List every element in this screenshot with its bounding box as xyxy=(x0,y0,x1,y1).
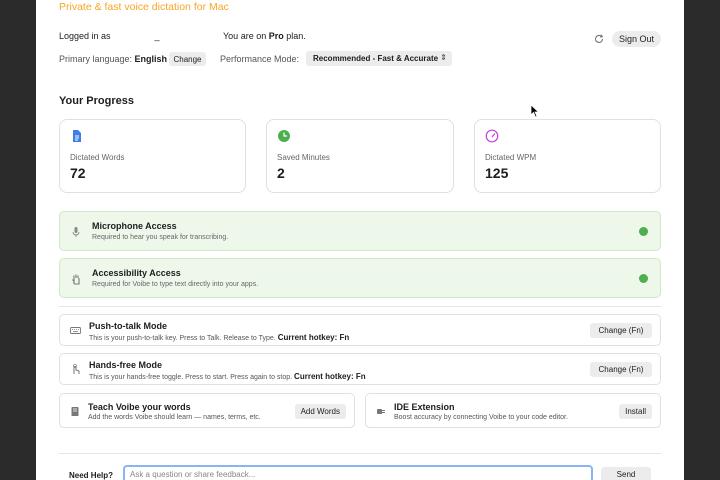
stat-card-words: Dictated Words 72 xyxy=(59,119,246,193)
sign-out-button[interactable]: Sign Out xyxy=(612,31,661,47)
add-words-button[interactable]: Add Words xyxy=(294,404,346,419)
logged-in-row: Logged in as _ xyxy=(59,31,160,41)
refresh-icon[interactable] xyxy=(593,33,605,45)
updown-chevron-icon: ⇕ xyxy=(440,53,447,62)
hand-icon xyxy=(72,274,80,285)
permission-desc: Required for Voibe to type text directly… xyxy=(92,281,259,288)
send-button[interactable]: Send xyxy=(601,467,651,480)
speedometer-icon xyxy=(485,129,499,143)
document-icon xyxy=(73,130,81,142)
teach-words-card: Teach Voibe your words Add the words Voi… xyxy=(59,393,355,428)
clock-icon xyxy=(278,130,290,142)
check-icon xyxy=(639,274,648,283)
logged-in-value: _ xyxy=(154,31,160,41)
logged-in-label: Logged in as xyxy=(59,31,111,41)
ide-extension-card: IDE Extension Boost accuracy by connecti… xyxy=(365,393,661,428)
mode-title: Push-to-talk Mode xyxy=(89,321,167,331)
microphone-icon xyxy=(72,227,80,237)
permission-title: Microphone Access xyxy=(92,221,177,231)
permission-title: Accessibility Access xyxy=(92,268,181,278)
progress-title: Your Progress xyxy=(59,95,134,107)
performance-select[interactable]: Recommended - Fast & Accurate ⇕ xyxy=(306,51,452,66)
mode-desc: This is your push-to-talk key. Press to … xyxy=(89,333,349,342)
mode-desc: This is your hands-free toggle. Press to… xyxy=(89,372,366,381)
mode-desc-text: This is your push-to-talk key. Press to … xyxy=(89,335,278,342)
tagline: Private & fast voice dictation for Mac xyxy=(59,1,229,13)
check-icon xyxy=(639,227,648,236)
keyboard-icon xyxy=(70,327,81,334)
change-language-button[interactable]: Change xyxy=(169,52,206,66)
plan-prefix: You are on xyxy=(223,31,269,41)
app-window: Private & fast voice dictation for Mac L… xyxy=(36,0,684,480)
plan-suffix: plan. xyxy=(283,31,306,41)
performance-value: Recommended - Fast & Accurate xyxy=(313,54,439,63)
language-label-text: Primary language: xyxy=(59,54,135,64)
help-input[interactable]: Ask a question or share feedback... xyxy=(123,465,593,480)
current-hotkey: Current hotkey: Fn xyxy=(294,372,366,381)
stat-value: 125 xyxy=(485,165,509,181)
stat-value: 72 xyxy=(70,165,86,181)
plan-name: Pro xyxy=(268,31,284,41)
microphone-permission-card: Microphone Access Required to hear you s… xyxy=(59,211,661,251)
divider xyxy=(59,453,661,454)
tap-icon xyxy=(73,364,80,374)
hands-free-card: Hands-free Mode This is your hands-free … xyxy=(59,353,661,385)
change-push-to-talk-button[interactable]: Change (Fn) xyxy=(590,323,652,338)
extra-title: IDE Extension xyxy=(394,402,455,412)
push-to-talk-card: Push-to-talk Mode This is your push-to-t… xyxy=(59,314,661,346)
extra-desc: Add the words Voibe should learn — names… xyxy=(88,414,261,421)
book-icon xyxy=(71,407,79,416)
stat-label: Saved Minutes xyxy=(277,153,330,162)
change-hands-free-button[interactable]: Change (Fn) xyxy=(590,362,652,377)
mode-title: Hands-free Mode xyxy=(89,360,163,370)
extra-title: Teach Voibe your words xyxy=(88,402,191,412)
language-value: English xyxy=(134,54,168,64)
plan-status: You are on Pro plan. xyxy=(223,31,306,41)
extra-desc: Boost accuracy by connecting Voibe to yo… xyxy=(394,414,568,421)
language-label: Primary language: English xyxy=(59,54,167,64)
install-button[interactable]: Install xyxy=(619,404,652,419)
stat-card-minutes: Saved Minutes 2 xyxy=(266,119,454,193)
stat-card-wpm: Dictated WPM 125 xyxy=(474,119,661,193)
mode-desc-text: This is your hands-free toggle. Press to… xyxy=(89,374,295,381)
divider xyxy=(59,306,661,307)
current-hotkey: Current hotkey: Fn xyxy=(277,333,350,342)
permission-desc: Required to hear you speak for transcrib… xyxy=(92,234,229,241)
stat-label: Dictated Words xyxy=(70,153,125,162)
accessibility-permission-card: Accessibility Access Required for Voibe … xyxy=(59,258,661,298)
plug-icon xyxy=(377,409,385,414)
stat-value: 2 xyxy=(277,165,285,181)
performance-label: Performance Mode: xyxy=(220,54,300,64)
help-label: Need Help? xyxy=(69,471,114,480)
mouse-pointer-icon xyxy=(530,104,540,118)
stat-label: Dictated WPM xyxy=(485,153,537,162)
